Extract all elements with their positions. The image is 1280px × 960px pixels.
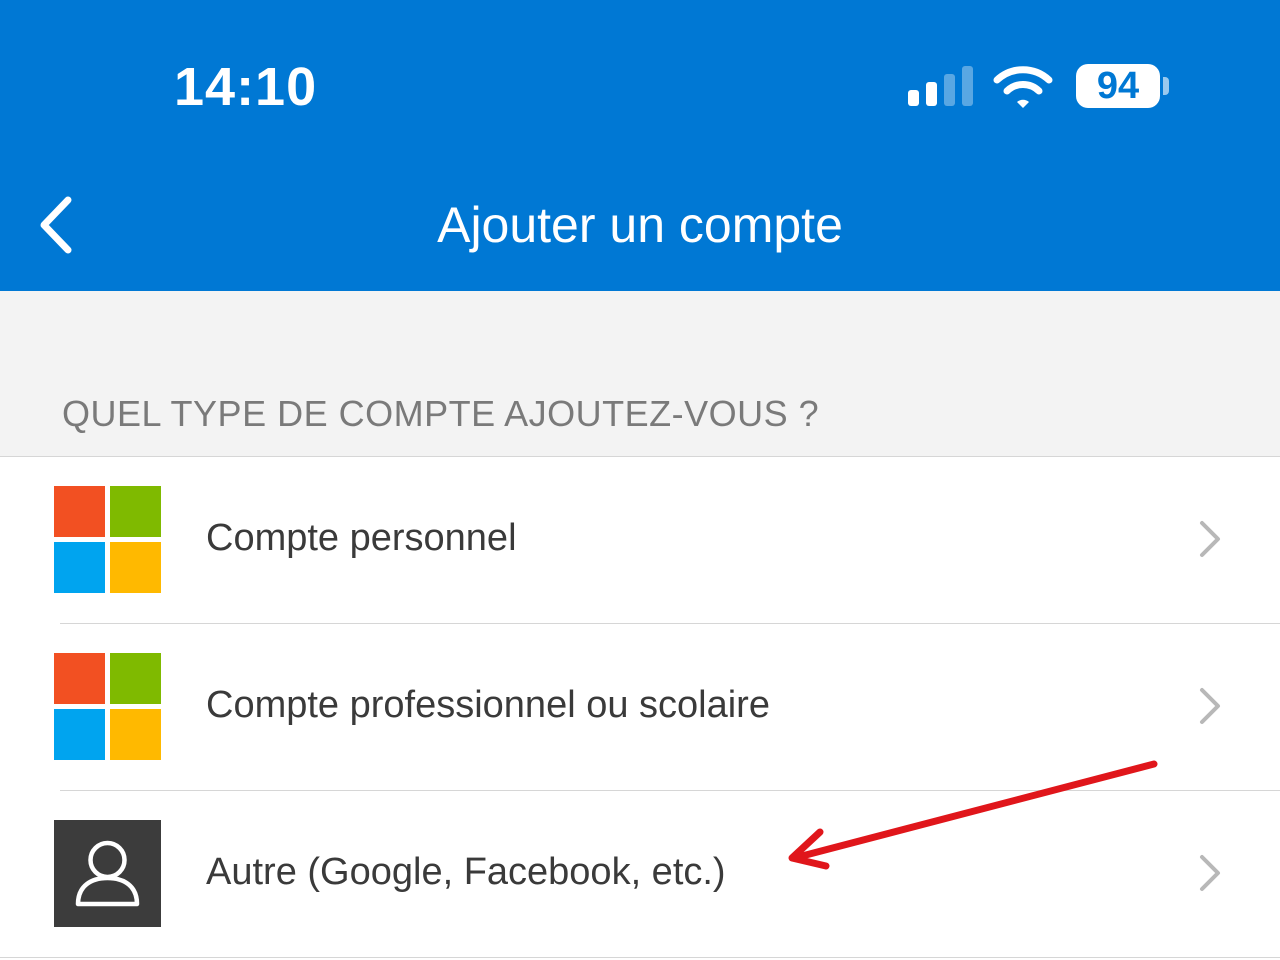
section-header: QUEL TYPE DE COMPTE AJOUTEZ-VOUS ? bbox=[0, 291, 1280, 457]
add-account-screen: 14:10 94 Ajouter un compte QUEL TYPE DE … bbox=[0, 0, 1280, 960]
chevron-right-icon bbox=[1200, 855, 1220, 891]
chevron-right-icon bbox=[1200, 521, 1220, 557]
page-title: Ajouter un compte bbox=[437, 197, 843, 253]
cellular-signal-icon bbox=[908, 66, 976, 106]
battery-icon: 94 bbox=[1076, 64, 1160, 108]
app-header: 14:10 94 Ajouter un compte bbox=[0, 0, 1280, 291]
account-option-label: Compte professionnel ou scolaire bbox=[206, 684, 770, 726]
wifi-icon bbox=[993, 66, 1053, 108]
status-time: 14:10 bbox=[174, 57, 318, 117]
microsoft-logo-icon bbox=[54, 653, 161, 760]
account-option-label: Autre (Google, Facebook, etc.) bbox=[206, 851, 726, 893]
account-option-label: Compte personnel bbox=[206, 517, 517, 559]
microsoft-logo-icon bbox=[54, 486, 161, 593]
annotation-arrow bbox=[788, 760, 1158, 870]
battery-cap bbox=[1163, 77, 1169, 95]
person-icon bbox=[54, 820, 161, 927]
battery-level: 94 bbox=[1096, 65, 1140, 107]
section-title: QUEL TYPE DE COMPTE AJOUTEZ-VOUS ? bbox=[62, 393, 820, 434]
chevron-right-icon bbox=[1200, 688, 1220, 724]
row-divider bbox=[0, 957, 1280, 958]
account-option-personal[interactable]: Compte personnel bbox=[0, 457, 1280, 624]
